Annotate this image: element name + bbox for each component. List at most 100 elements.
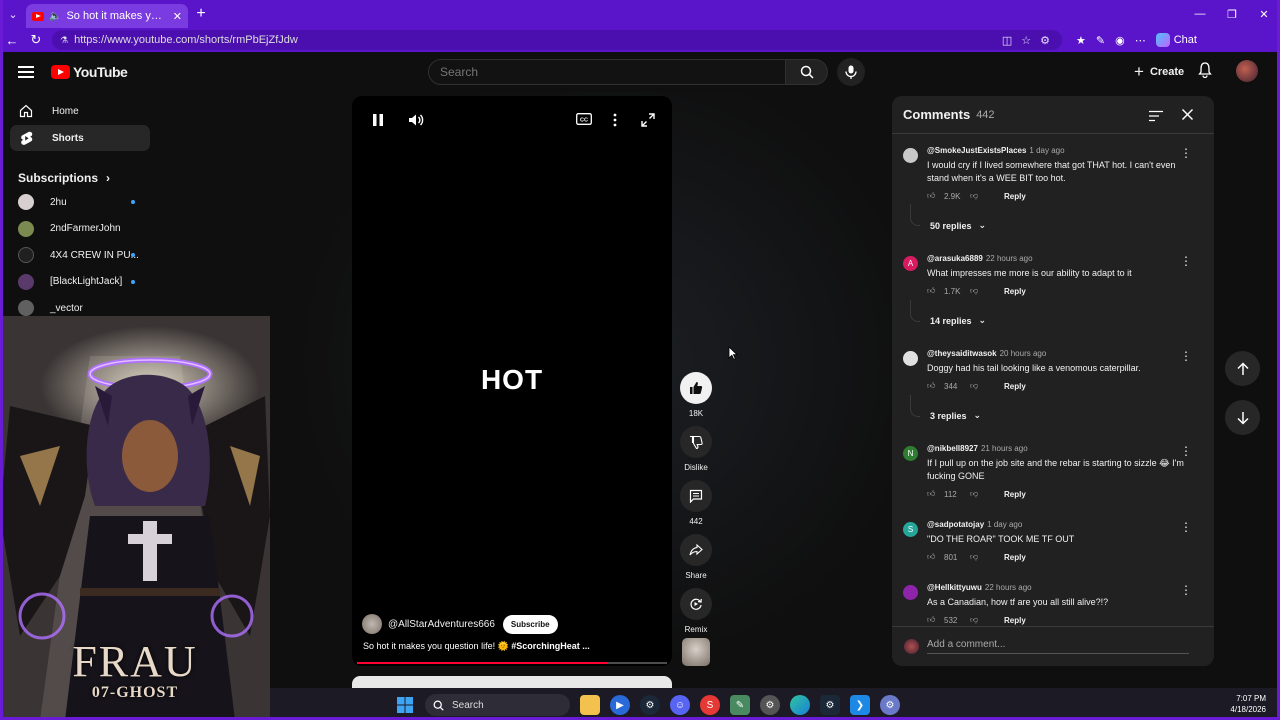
comment-more-icon[interactable]: ⋮ [1180,444,1192,458]
create-button[interactable]: + Create [1128,60,1190,84]
account-avatar[interactable] [1236,60,1258,82]
comment-author[interactable]: @sadpotatojay [927,520,984,529]
comment-like-icon[interactable]: 👍︎ [927,489,941,499]
profile-icon[interactable]: ◉ [1115,34,1125,47]
comment-time[interactable]: 1 day ago [987,520,1022,529]
commenter-avatar[interactable] [903,148,918,163]
comment-dislike-icon[interactable]: 👎︎ [970,489,984,499]
notepad-icon[interactable]: ✎ [730,695,750,715]
search-input[interactable] [428,59,786,85]
refresh-button[interactable]: ↻ [24,28,48,52]
view-replies-button[interactable]: 3 replies ⌄ [930,410,981,421]
comment-time[interactable]: 21 hours ago [981,444,1028,453]
comment-like-icon[interactable]: 👍︎ [927,552,941,562]
menu-hamburger-icon[interactable] [18,66,34,81]
comment-reply-button[interactable]: Reply [1004,490,1026,499]
caption-hashtag[interactable]: #ScorchingHeat ... [511,641,590,651]
tab-close-icon[interactable]: ✕ [173,10,182,23]
subscriptions-heading[interactable]: Subscriptions › [10,167,150,189]
steam-icon[interactable]: ⚙ [640,695,660,715]
comment-dislike-icon[interactable]: 👎︎ [970,615,984,625]
comment-dislike-icon[interactable]: 👎︎ [970,286,984,296]
subscription-item[interactable]: 2ndFarmerJohn [10,216,150,243]
audio-source-thumbnail[interactable] [682,638,710,666]
new-tab-button[interactable]: + [188,5,214,23]
commenter-avatar[interactable] [903,585,918,600]
edge-browser-icon[interactable] [790,695,810,715]
comments-button[interactable] [680,480,712,512]
share-button[interactable] [680,534,712,566]
comment-more-icon[interactable]: ⋮ [1180,583,1192,597]
window-close-button[interactable]: ✕ [1248,0,1280,28]
dislike-button[interactable] [680,426,712,458]
comment-more-icon[interactable]: ⋮ [1180,520,1192,534]
app-gear-icon[interactable]: ⚙ [760,695,780,715]
sidebar-item-home[interactable]: Home [10,98,150,124]
commenter-avatar[interactable]: S [903,522,918,537]
comment-dislike-icon[interactable]: 👎︎ [970,552,984,562]
add-comment-input[interactable]: Add a comment... [927,639,1189,654]
url-field[interactable]: ⚗ https://www.youtube.com/shorts/rmPbEjZ… [52,30,1062,50]
comment-author[interactable]: @SmokeJustExistsPlaces [927,146,1026,155]
comment-time[interactable]: 20 hours ago [1000,349,1047,358]
remix-button[interactable] [680,588,712,620]
commenter-avatar[interactable] [903,351,918,366]
next-short-button[interactable] [1225,400,1260,435]
sort-comments-button[interactable] [1149,109,1163,127]
comment-like-icon[interactable]: 👍︎ [927,381,941,391]
site-info-icon[interactable]: ⚗ [60,35,68,46]
channel-name[interactable]: @AllStarAdventures666 [388,619,495,630]
taskbar-clock[interactable]: 7:07 PM 4/18/2026 [1230,693,1266,715]
maximize-button[interactable]: ❐ [1216,0,1248,28]
comment-reply-button[interactable]: Reply [1004,616,1026,625]
player-more-button[interactable] [613,113,617,127]
view-replies-button[interactable]: 50 replies ⌄ [930,220,986,231]
fullscreen-button[interactable] [641,113,655,127]
previous-short-button[interactable] [1225,351,1260,386]
app-s-icon[interactable]: S [700,695,720,715]
video-progress-bar[interactable] [357,662,667,664]
commenter-avatar[interactable]: N [903,446,918,461]
copilot-chat-button[interactable]: Chat [1155,33,1197,47]
windows-start-icon[interactable] [395,695,415,715]
comment-dislike-icon[interactable]: 👎︎ [970,381,984,391]
speaker-icon[interactable]: 🔈 [49,11,61,22]
volume-button[interactable] [408,113,424,127]
more-menu-icon[interactable]: ⋯ [1135,34,1146,47]
youtube-logo[interactable]: YouTube [51,64,128,80]
comment-dislike-icon[interactable]: 👎︎ [970,191,984,201]
comment-like-icon[interactable]: 👍︎ [927,286,941,296]
media-player-icon[interactable]: ▶ [610,695,630,715]
comment-like-icon[interactable]: 👍︎ [927,615,941,625]
pause-button[interactable] [372,113,384,127]
taskbar-search[interactable]: Search [425,694,570,716]
comment-author[interactable]: @theysaiditwasok [927,349,997,358]
comment-author[interactable]: @Hellkittyuwu [927,583,982,592]
channel-avatar[interactable] [362,614,382,634]
comment-author[interactable]: @nikbell8927 [927,444,978,453]
comment-time[interactable]: 1 day ago [1029,146,1064,155]
search-button[interactable] [786,59,828,85]
comment-more-icon[interactable]: ⋮ [1180,254,1192,268]
comment-time[interactable]: 22 hours ago [985,583,1032,592]
comment-reply-button[interactable]: Reply [1004,382,1026,391]
video-caption[interactable]: So hot it makes you question life! 🌞 #Sc… [363,641,590,652]
settings-icon[interactable]: ⚙ [880,695,900,715]
collections-icon[interactable]: ✎ [1096,34,1105,47]
notifications-bell-icon[interactable] [1198,62,1212,83]
comment-reply-button[interactable]: Reply [1004,553,1026,562]
sidebar-item-shorts[interactable]: Shorts [10,125,150,151]
captions-button[interactable]: CC [576,113,592,125]
minimize-button[interactable]: — [1184,0,1216,28]
vscode-icon[interactable]: ❯ [850,695,870,715]
comment-reply-button[interactable]: Reply [1004,287,1026,296]
file-explorer-icon[interactable] [580,695,600,715]
extensions-icon[interactable]: ⚙ [1040,34,1050,47]
comment-reply-button[interactable]: Reply [1004,192,1026,201]
discord-icon[interactable]: ☺ [670,695,690,715]
favorites-icon[interactable]: ★ [1076,34,1086,47]
subscription-item[interactable]: [BlackLightJack] [10,269,150,296]
browser-tab[interactable]: 🔈 So hot it makes you question ✕ [26,4,188,28]
comment-author[interactable]: @arasuka6889 [927,254,983,263]
comment-more-icon[interactable]: ⋮ [1180,146,1192,160]
